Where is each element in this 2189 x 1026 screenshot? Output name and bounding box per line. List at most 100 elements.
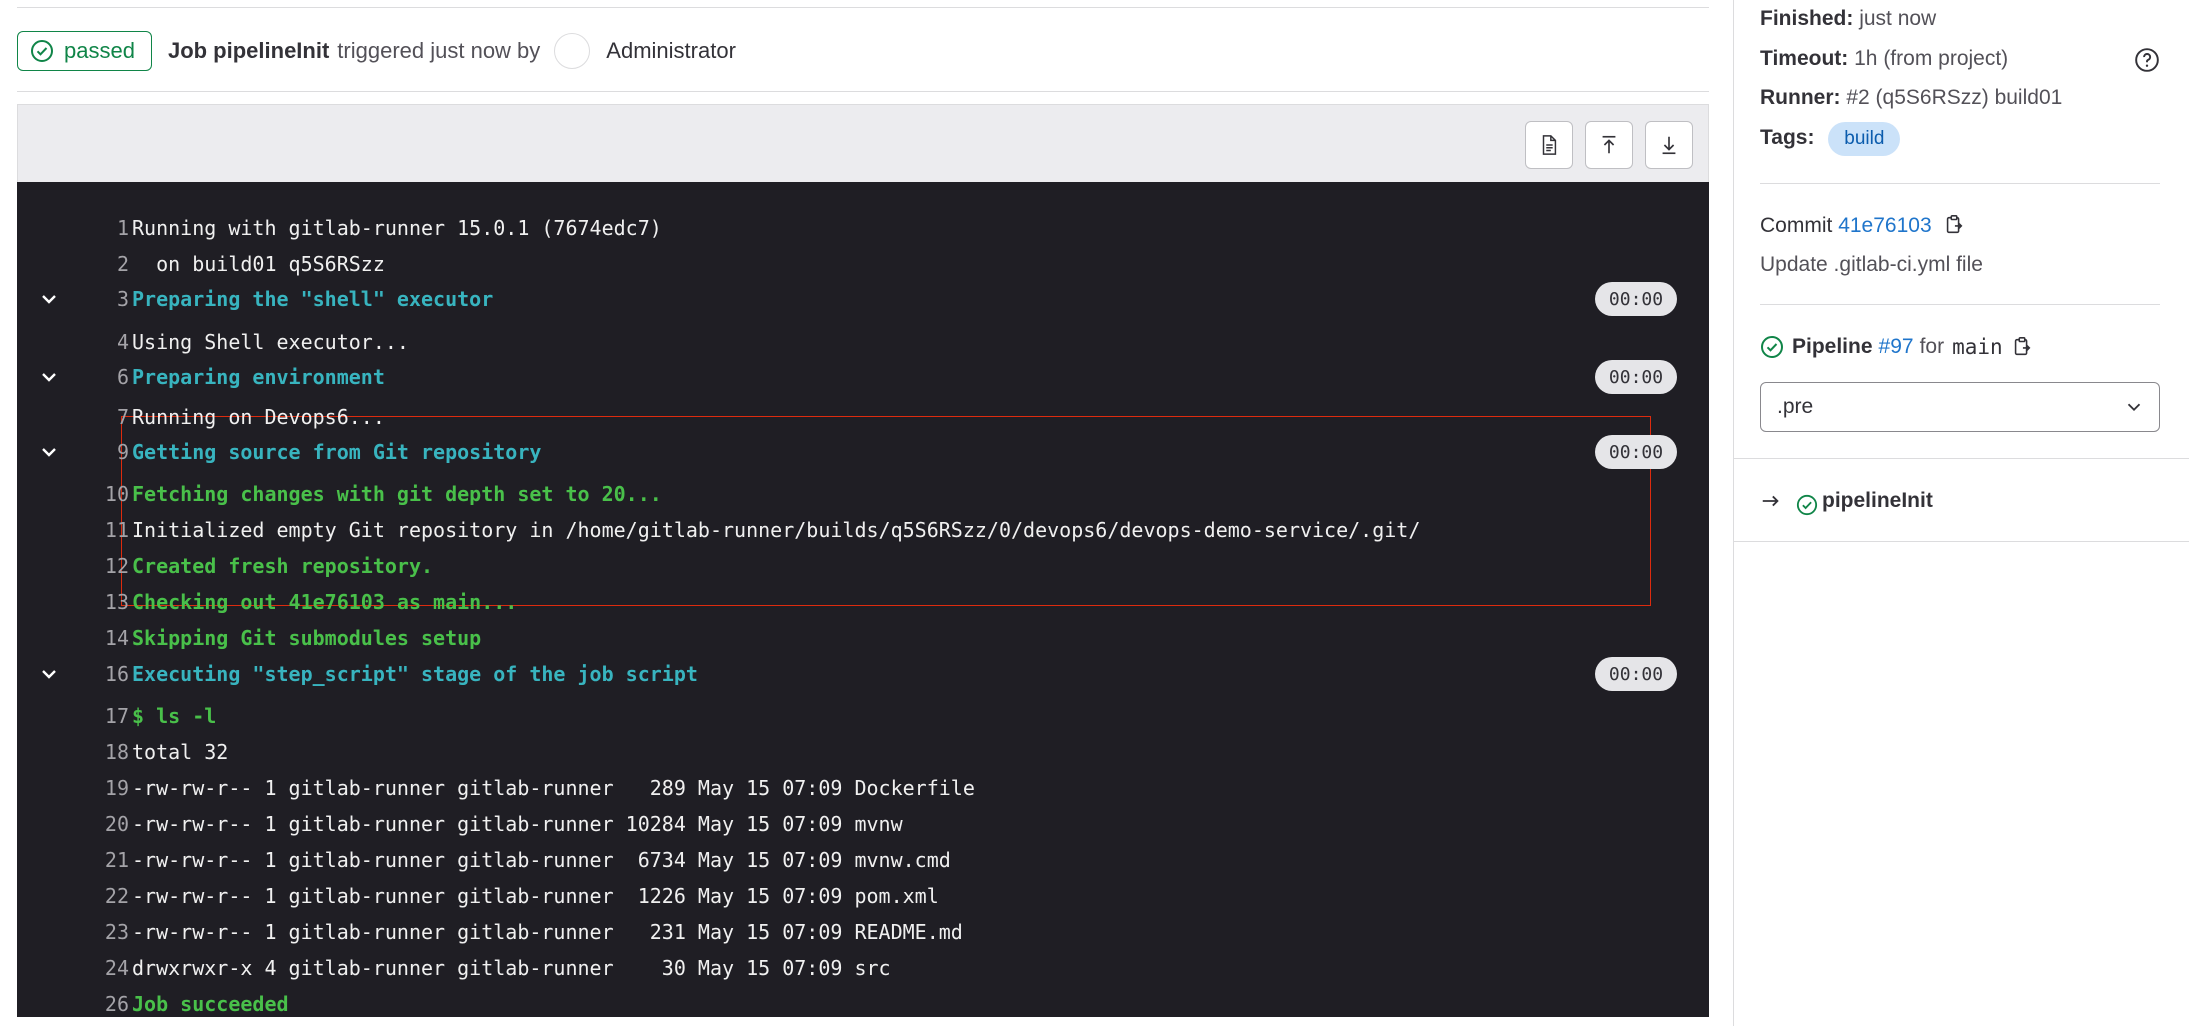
line-number[interactable]: 23	[73, 920, 129, 944]
section-duration-badge: 00:00	[1595, 435, 1677, 469]
commit-message: Update .gitlab-ci.yml file	[1760, 253, 1983, 276]
finished-value: just now	[1859, 7, 1937, 30]
line-number[interactable]: 7	[73, 405, 129, 429]
status-badge[interactable]: passed	[17, 31, 152, 71]
log-section-header[interactable]: 9 Getting source from Git repository 00:00	[17, 435, 1709, 469]
log-section-header[interactable]: 16 Executing "step_script" stage of the j…	[17, 657, 1709, 691]
chevron-down-icon	[2127, 403, 2141, 412]
show-raw-button[interactable]	[1525, 121, 1573, 169]
divider	[1760, 304, 2160, 305]
branch-link[interactable]: main	[1952, 335, 2003, 359]
line-number[interactable]: 17	[73, 704, 129, 728]
divider	[1734, 541, 2189, 542]
job-title: Job pipelineInit	[167, 38, 330, 63]
log-text: drwxrwxr-x 4 gitlab-runner gitlab-runner…	[132, 956, 891, 980]
user-link[interactable]: Administrator	[606, 38, 736, 64]
log-text: -rw-rw-r-- 1 gitlab-runner gitlab-runner…	[132, 920, 963, 944]
runner-value: #2 (q5S6RSzz) build01	[1846, 86, 2063, 109]
chevron-down-icon[interactable]	[37, 662, 61, 686]
line-number[interactable]: 18	[73, 740, 129, 764]
line-number[interactable]: 11	[73, 518, 129, 542]
job-list-item[interactable]: pipelineInit	[1760, 486, 1933, 516]
status-label: passed	[64, 38, 135, 63]
log-text: Preparing environment	[132, 365, 385, 389]
line-number[interactable]: 3	[73, 287, 129, 311]
log-text: Using Shell executor...	[132, 330, 409, 354]
log-text: Job succeeded	[132, 992, 289, 1016]
log-line: 22 -rw-rw-r-- 1 gitlab-runner gitlab-runn…	[17, 879, 1709, 913]
stage-select-value: .pre	[1777, 395, 1814, 418]
chevron-down-icon[interactable]	[37, 365, 61, 389]
line-number[interactable]: 20	[73, 812, 129, 836]
log-line: 7 Running on Devops6...	[17, 400, 1709, 434]
log-text: on build01 q5S6RSzz	[132, 252, 385, 276]
line-number[interactable]: 4	[73, 330, 129, 354]
question-icon[interactable]	[2134, 47, 2160, 73]
copy-icon[interactable]	[2011, 336, 2033, 358]
avatar[interactable]	[554, 33, 591, 69]
log-line: 14 Skipping Git submodules setup	[17, 621, 1709, 655]
line-number[interactable]: 26	[73, 992, 129, 1016]
divider	[17, 7, 1709, 8]
log-line: 11 Initialized empty Git repository in /h…	[17, 513, 1709, 547]
check-circle-icon	[1761, 336, 1783, 358]
log-text: total 32	[132, 740, 229, 764]
log-text: Running with gitlab-runner 15.0.1 (7674e…	[132, 216, 662, 240]
log-line: 17 $ ls -l	[17, 699, 1709, 733]
tag-badge: build	[1828, 122, 1901, 156]
line-number[interactable]: 12	[73, 554, 129, 578]
line-number[interactable]: 19	[73, 776, 129, 800]
pipeline-label: Pipeline	[1792, 335, 1873, 358]
line-number[interactable]: 6	[73, 365, 129, 389]
line-number[interactable]: 9	[73, 440, 129, 464]
log-text: -rw-rw-r-- 1 gitlab-runner gitlab-runner…	[132, 884, 939, 908]
finished-row: Finished: just now	[1760, 7, 1936, 31]
section-duration-badge: 00:00	[1595, 360, 1677, 394]
tags-row: Tags: build	[1760, 122, 1901, 156]
log-section-header[interactable]: 3 Preparing the "shell" executor 00:00	[17, 282, 1709, 316]
copy-icon[interactable]	[1943, 214, 1965, 236]
log-toolbar	[17, 104, 1709, 182]
log-text: -rw-rw-r-- 1 gitlab-runner gitlab-runner…	[132, 812, 903, 836]
pipeline-link[interactable]: #97	[1879, 335, 1914, 359]
line-number[interactable]: 1	[73, 216, 129, 240]
line-number[interactable]: 13	[73, 590, 129, 614]
job-main: passed Job pipelineInit triggered just n…	[17, 0, 1709, 1026]
line-number[interactable]: 14	[73, 626, 129, 650]
log-line: 2 on build01 q5S6RSzz	[17, 247, 1709, 281]
line-number[interactable]: 2	[73, 252, 129, 276]
chevron-down-icon[interactable]	[37, 440, 61, 464]
divider	[1760, 183, 2160, 184]
log-line: 1 Running with gitlab-runner 15.0.1 (7674…	[17, 211, 1709, 245]
log-section-header[interactable]: 6 Preparing environment 00:00	[17, 360, 1709, 394]
log-line: 4 Using Shell executor...	[17, 325, 1709, 359]
scroll-to-bottom-button[interactable]	[1645, 121, 1693, 169]
log-text: Skipping Git submodules setup	[132, 626, 482, 650]
chevron-down-icon[interactable]	[37, 287, 61, 311]
check-circle-icon	[31, 40, 53, 62]
section-duration-badge: 00:00	[1595, 282, 1677, 316]
line-number[interactable]: 22	[73, 884, 129, 908]
job-sidebar: Finished: just now Timeout: 1h (from pro…	[1733, 0, 2189, 1026]
job-link[interactable]: pipelineInit	[1822, 489, 1933, 513]
check-circle-icon	[1796, 494, 1818, 516]
log-line: 23 -rw-rw-r-- 1 gitlab-runner gitlab-runn…	[17, 915, 1709, 949]
scroll-to-top-button[interactable]	[1585, 121, 1633, 169]
job-trigger-text: triggered just now by	[337, 38, 541, 63]
log-text: Preparing the "shell" executor	[132, 287, 494, 311]
job-log: 1 Running with gitlab-runner 15.0.1 (7674…	[17, 182, 1709, 1017]
line-number[interactable]: 10	[73, 482, 129, 506]
stage-select[interactable]: .pre	[1760, 382, 2160, 432]
log-line: 20 -rw-rw-r-- 1 gitlab-runner gitlab-runn…	[17, 807, 1709, 841]
finished-label: Finished:	[1760, 7, 1854, 30]
arrow-right-icon	[1762, 495, 1779, 507]
line-number[interactable]: 16	[73, 662, 129, 686]
log-line: 10 Fetching changes with git depth set to…	[17, 477, 1709, 511]
commit-row: Commit 41e76103	[1760, 214, 1965, 238]
line-number[interactable]: 24	[73, 956, 129, 980]
log-line: 21 -rw-rw-r-- 1 gitlab-runner gitlab-runn…	[17, 843, 1709, 877]
commit-link[interactable]: 41e76103	[1838, 214, 1931, 237]
commit-label: Commit	[1760, 214, 1833, 237]
divider	[17, 91, 1709, 92]
line-number[interactable]: 21	[73, 848, 129, 872]
